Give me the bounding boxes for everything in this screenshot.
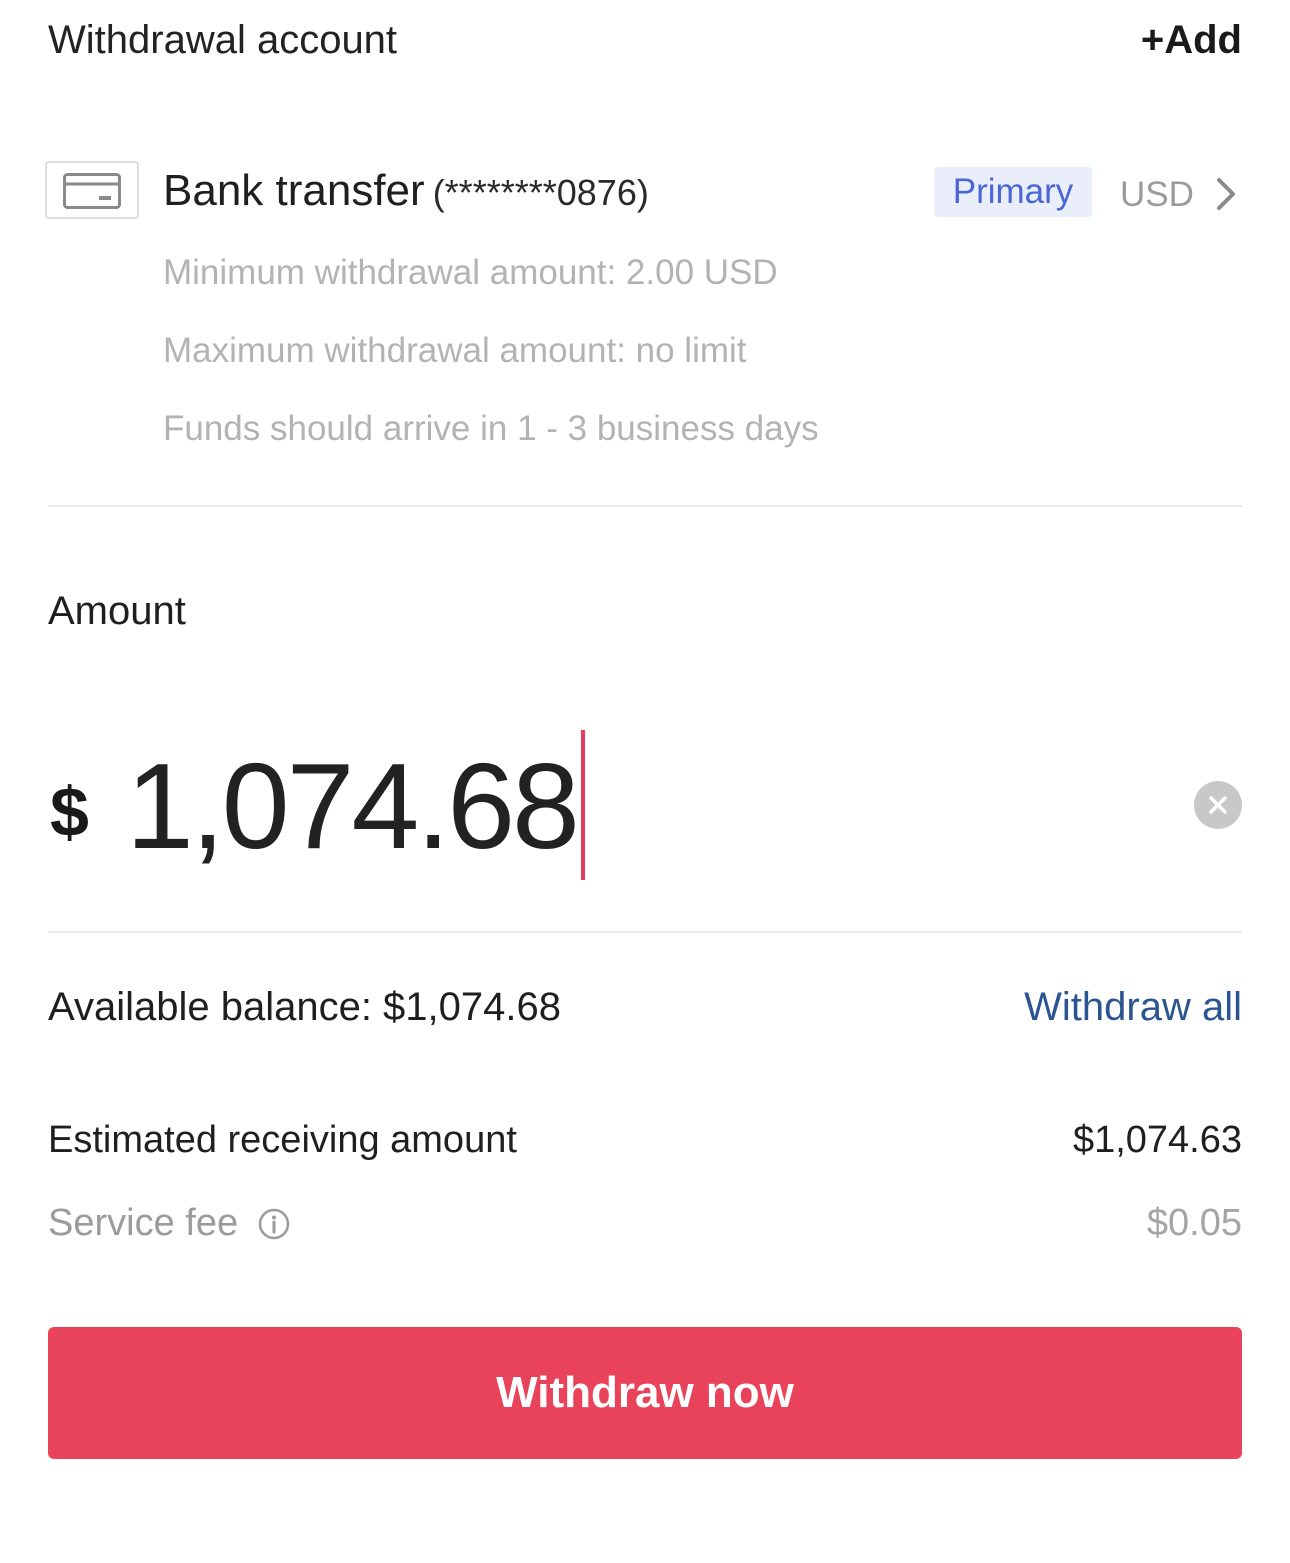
fee-row: Service fee $0.05 — [48, 1199, 1242, 1249]
amount-label: Amount — [48, 589, 186, 633]
withdraw-all-link[interactable]: Withdraw all — [1024, 982, 1242, 1032]
text-caret — [581, 730, 585, 880]
chevron-right-icon — [1217, 178, 1235, 210]
service-fee-value: $0.05 — [1146, 1202, 1242, 1244]
max-withdrawal-info: Maximum withdrawal amount: no limit — [163, 331, 747, 370]
amount-input[interactable]: $ 1,074.68 — [48, 728, 1242, 882]
account-header: Withdrawal account +Add — [48, 14, 1242, 70]
arrival-time-info: Funds should arrive in 1 - 3 business da… — [163, 409, 819, 448]
balance-row: Available balance: $1,074.68 Withdraw al… — [48, 982, 1242, 1034]
estimated-amount-value: $1,074.63 — [1072, 1119, 1242, 1161]
withdraw-now-button[interactable]: Withdraw now — [48, 1327, 1242, 1459]
estimate-row: Estimated receiving amount $1,074.63 — [48, 1116, 1242, 1166]
bank-account-row[interactable]: Bank transfer (********0876) Primary USD — [45, 160, 1242, 224]
info-icon[interactable] — [258, 1208, 290, 1240]
available-balance: Available balance: $1,074.68 — [48, 985, 562, 1029]
service-fee-label: Service fee — [48, 1202, 239, 1244]
estimated-amount-label: Estimated receiving amount — [48, 1119, 517, 1161]
add-account-button[interactable]: +Add — [1141, 14, 1242, 66]
divider — [48, 505, 1242, 507]
divider — [48, 931, 1242, 933]
close-icon — [1209, 796, 1227, 814]
currency-symbol: $ — [50, 773, 89, 851]
clear-amount-button[interactable] — [1194, 781, 1242, 829]
withdrawal-page: Withdrawal account +Add Bank transfer (**… — [0, 0, 1290, 1563]
amount-value[interactable]: 1,074.68 — [126, 736, 580, 876]
bank-account-masked-number: (********0876) — [432, 172, 649, 213]
account-currency: USD — [1120, 175, 1194, 214]
min-withdrawal-info: Minimum withdrawal amount: 2.00 USD — [163, 253, 778, 292]
account-section-title: Withdrawal account — [48, 18, 398, 62]
bank-name-label: Bank transfer — [163, 166, 425, 215]
bank-account-name: Bank transfer (********0876) — [163, 164, 649, 220]
primary-badge: Primary — [934, 167, 1092, 217]
card-icon — [45, 161, 139, 219]
